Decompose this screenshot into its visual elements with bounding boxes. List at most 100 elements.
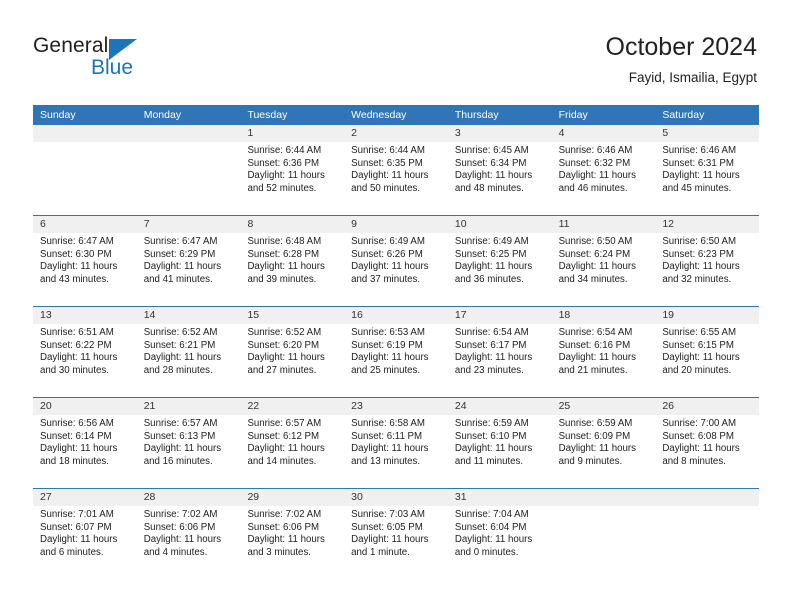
calendar-day-cell[interactable]: 10 Sunrise: 6:49 AM Sunset: 6:25 PM Dayligh… xyxy=(448,216,552,306)
day-details: Sunrise: 6:54 AM Sunset: 6:16 PM Daylight:… xyxy=(559,327,649,377)
day-sunset-text: Sunset: 6:20 PM xyxy=(247,339,320,351)
logo-text-blue: Blue xyxy=(91,56,134,79)
day-daylight-line2-text: and 45 minutes. xyxy=(662,182,732,194)
calendar-day-cell[interactable]: 20 Sunrise: 6:56 AM Sunset: 6:14 PM Dayligh… xyxy=(33,398,137,488)
calendar-day-cell[interactable]: 19 Sunrise: 6:55 AM Sunset: 6:15 PM Dayligh… xyxy=(655,307,759,397)
day-daylight-line1-text: Daylight: 11 hours xyxy=(351,261,429,273)
calendar-day-cell[interactable]: 9 Sunrise: 6:49 AM Sunset: 6:26 PM Daylight… xyxy=(344,216,448,306)
calendar-day-cell[interactable]: 2 Sunrise: 6:44 AM Sunset: 6:35 PM Daylight… xyxy=(344,125,448,215)
day-details: Sunrise: 7:02 AM Sunset: 6:06 PM Daylight:… xyxy=(144,509,234,559)
day-daylight-line2-text: and 9 minutes. xyxy=(558,455,623,467)
day-daylight-line2-text: and 28 minutes. xyxy=(143,364,213,376)
day-daylight-line1-text: Daylight: 11 hours xyxy=(662,352,740,364)
day-daylight-line1-text: Daylight: 11 hours xyxy=(247,352,325,364)
day-sunrise-text: Sunrise: 7:01 AM xyxy=(40,509,114,520)
day-number: 20 xyxy=(40,400,52,412)
day-sunrise-text: Sunrise: 6:46 AM xyxy=(558,145,633,156)
logo-text-general: General xyxy=(33,34,109,57)
day-daylight-line1-text: Daylight: 11 hours xyxy=(143,352,222,364)
day-details: Sunrise: 6:47 AM Sunset: 6:29 PM Daylight:… xyxy=(144,236,234,286)
calendar-day-cell[interactable]: 18 Sunrise: 6:54 AM Sunset: 6:16 PM Dayligh… xyxy=(552,307,656,397)
calendar-day-cell[interactable]: 6 Sunrise: 6:47 AM Sunset: 6:30 PM Daylight… xyxy=(33,216,137,306)
day-daylight-line2-text: and 6 minutes. xyxy=(40,546,104,558)
calendar-day-cell[interactable]: 13 Sunrise: 6:51 AM Sunset: 6:22 PM Dayligh… xyxy=(33,307,137,397)
calendar-day-cell[interactable]: 22 Sunrise: 6:57 AM Sunset: 6:12 PM Dayligh… xyxy=(240,398,344,488)
calendar-day-cell[interactable]: 23 Sunrise: 6:58 AM Sunset: 6:11 PM Dayligh… xyxy=(344,398,448,488)
day-sunset-text: Sunset: 6:28 PM xyxy=(247,248,320,260)
day-daylight-line2-text: and 23 minutes. xyxy=(454,364,524,376)
calendar-day-cell[interactable]: 31 Sunrise: 7:04 AM Sunset: 6:04 PM Dayligh… xyxy=(448,489,552,579)
day-sunrise-text: Sunrise: 6:49 AM xyxy=(351,236,425,247)
calendar-day-cell[interactable]: 12 Sunrise: 6:50 AM Sunset: 6:23 PM Dayligh… xyxy=(655,216,759,306)
week-cells: 6 Sunrise: 6:47 AM Sunset: 6:30 PM Daylight… xyxy=(33,216,759,306)
day-sunset-text: Sunset: 6:19 PM xyxy=(351,339,423,351)
day-sunrise-text: Sunrise: 6:47 AM xyxy=(143,236,218,247)
day-number: 5 xyxy=(662,127,669,139)
day-sunrise-text: Sunrise: 6:52 AM xyxy=(143,327,218,338)
day-details: Sunrise: 6:52 AM Sunset: 6:20 PM Daylight:… xyxy=(247,327,337,377)
calendar-day-cell[interactable]: 26 Sunrise: 7:00 AM Sunset: 6:08 PM Dayligh… xyxy=(655,398,759,488)
day-daylight-line2-text: and 37 minutes. xyxy=(351,273,421,285)
day-number: 1 xyxy=(247,127,254,139)
day-daylight-line2-text: and 16 minutes. xyxy=(143,455,213,467)
day-number: 3 xyxy=(454,127,461,139)
day-sunset-text: Sunset: 6:06 PM xyxy=(247,521,320,533)
day-number xyxy=(662,489,752,506)
calendar-day-cell[interactable]: 30 Sunrise: 7:03 AM Sunset: 6:05 PM Dayligh… xyxy=(344,489,448,579)
day-daylight-line2-text: and 21 minutes. xyxy=(558,364,628,376)
calendar-day-cell[interactable]: 24 Sunrise: 6:59 AM Sunset: 6:10 PM Dayligh… xyxy=(448,398,552,488)
week-cells: 20 Sunrise: 6:56 AM Sunset: 6:14 PM Dayligh… xyxy=(33,398,759,488)
day-daylight-line1-text: Daylight: 11 hours xyxy=(351,443,429,455)
calendar-day-cell[interactable]: 7 Sunrise: 6:47 AM Sunset: 6:29 PM Daylight… xyxy=(137,216,241,306)
day-daylight-line1-text: Daylight: 11 hours xyxy=(351,352,429,364)
day-details: Sunrise: 7:04 AM Sunset: 6:04 PM Daylight:… xyxy=(455,509,545,559)
calendar-day-cell[interactable]: 5 Sunrise: 6:46 AM Sunset: 6:31 PM Daylight… xyxy=(655,125,759,215)
day-sunrise-text: Sunrise: 6:54 AM xyxy=(558,327,633,338)
day-daylight-line1-text: Daylight: 11 hours xyxy=(454,534,533,546)
day-daylight-line1-text: Daylight: 11 hours xyxy=(143,534,222,546)
day-number: 15 xyxy=(247,309,260,321)
day-sunset-text: Sunset: 6:15 PM xyxy=(662,339,734,351)
calendar-week-row: 27 Sunrise: 7:01 AM Sunset: 6:07 PM Dayligh… xyxy=(33,488,759,579)
calendar-day-cell[interactable]: 17 Sunrise: 6:54 AM Sunset: 6:17 PM Dayligh… xyxy=(448,307,552,397)
calendar-day-cell[interactable]: 25 Sunrise: 6:59 AM Sunset: 6:09 PM Dayligh… xyxy=(552,398,656,488)
day-daylight-line2-text: and 41 minutes. xyxy=(143,273,213,285)
calendar-day-cell[interactable]: 1 Sunrise: 6:44 AM Sunset: 6:36 PM Daylight… xyxy=(240,125,344,215)
day-sunrise-text: Sunrise: 7:03 AM xyxy=(351,509,425,520)
day-sunrise-text: Sunrise: 6:52 AM xyxy=(247,327,322,338)
day-sunrise-text: Sunrise: 6:53 AM xyxy=(351,327,425,338)
day-number: 26 xyxy=(662,400,674,412)
day-sunrise-text: Sunrise: 6:46 AM xyxy=(662,145,737,156)
calendar-day-cell[interactable]: 4 Sunrise: 6:46 AM Sunset: 6:32 PM Daylight… xyxy=(552,125,656,215)
title-block: October 2024 Fayid, Ismailia, Egypt xyxy=(606,32,758,87)
calendar-day-cell[interactable]: 3 Sunrise: 6:45 AM Sunset: 6:34 PM Daylight… xyxy=(448,125,552,215)
calendar-day-cell[interactable]: 27 Sunrise: 7:01 AM Sunset: 6:07 PM Dayligh… xyxy=(33,489,137,579)
day-daylight-line2-text: and 3 minutes. xyxy=(247,546,311,558)
calendar-page: General Blue October 2024 Fayid, Ismaili… xyxy=(0,0,792,612)
day-daylight-line1-text: Daylight: 11 hours xyxy=(247,170,325,182)
calendar-day-cell[interactable]: 8 Sunrise: 6:48 AM Sunset: 6:28 PM Daylight… xyxy=(240,216,344,306)
day-sunrise-text: Sunrise: 6:47 AM xyxy=(40,236,114,247)
day-number: 2 xyxy=(351,127,357,139)
day-sunrise-text: Sunrise: 6:48 AM xyxy=(247,236,322,247)
day-sunrise-text: Sunrise: 7:02 AM xyxy=(247,509,322,520)
calendar-day-cell[interactable]: 11 Sunrise: 6:50 AM Sunset: 6:24 PM Dayligh… xyxy=(552,216,656,306)
day-sunset-text: Sunset: 6:16 PM xyxy=(558,339,631,351)
calendar-day-cell-empty xyxy=(552,489,656,579)
day-sunrise-text: Sunrise: 6:55 AM xyxy=(662,327,737,338)
calendar-day-cell[interactable]: 21 Sunrise: 6:57 AM Sunset: 6:13 PM Dayligh… xyxy=(137,398,241,488)
day-daylight-line1-text: Daylight: 11 hours xyxy=(454,443,533,455)
calendar-day-cell[interactable]: 16 Sunrise: 6:53 AM Sunset: 6:19 PM Dayligh… xyxy=(344,307,448,397)
calendar-day-cell[interactable]: 14 Sunrise: 6:52 AM Sunset: 6:21 PM Dayligh… xyxy=(137,307,241,397)
general-blue-logo: General Blue xyxy=(33,34,213,90)
calendar-day-cell[interactable]: 28 Sunrise: 7:02 AM Sunset: 6:06 PM Dayligh… xyxy=(137,489,241,579)
day-number: 25 xyxy=(558,400,571,412)
calendar-day-cell[interactable]: 29 Sunrise: 7:02 AM Sunset: 6:06 PM Dayligh… xyxy=(240,489,344,579)
day-number: 16 xyxy=(351,309,363,321)
day-sunrise-text: Sunrise: 7:04 AM xyxy=(454,509,529,520)
calendar-day-cell[interactable]: 15 Sunrise: 6:52 AM Sunset: 6:20 PM Dayligh… xyxy=(240,307,344,397)
day-sunset-text: Sunset: 6:11 PM xyxy=(351,430,423,442)
day-daylight-line1-text: Daylight: 11 hours xyxy=(351,534,429,546)
day-daylight-line1-text: Daylight: 11 hours xyxy=(40,352,118,364)
day-sunrise-text: Sunrise: 6:51 AM xyxy=(40,327,114,338)
